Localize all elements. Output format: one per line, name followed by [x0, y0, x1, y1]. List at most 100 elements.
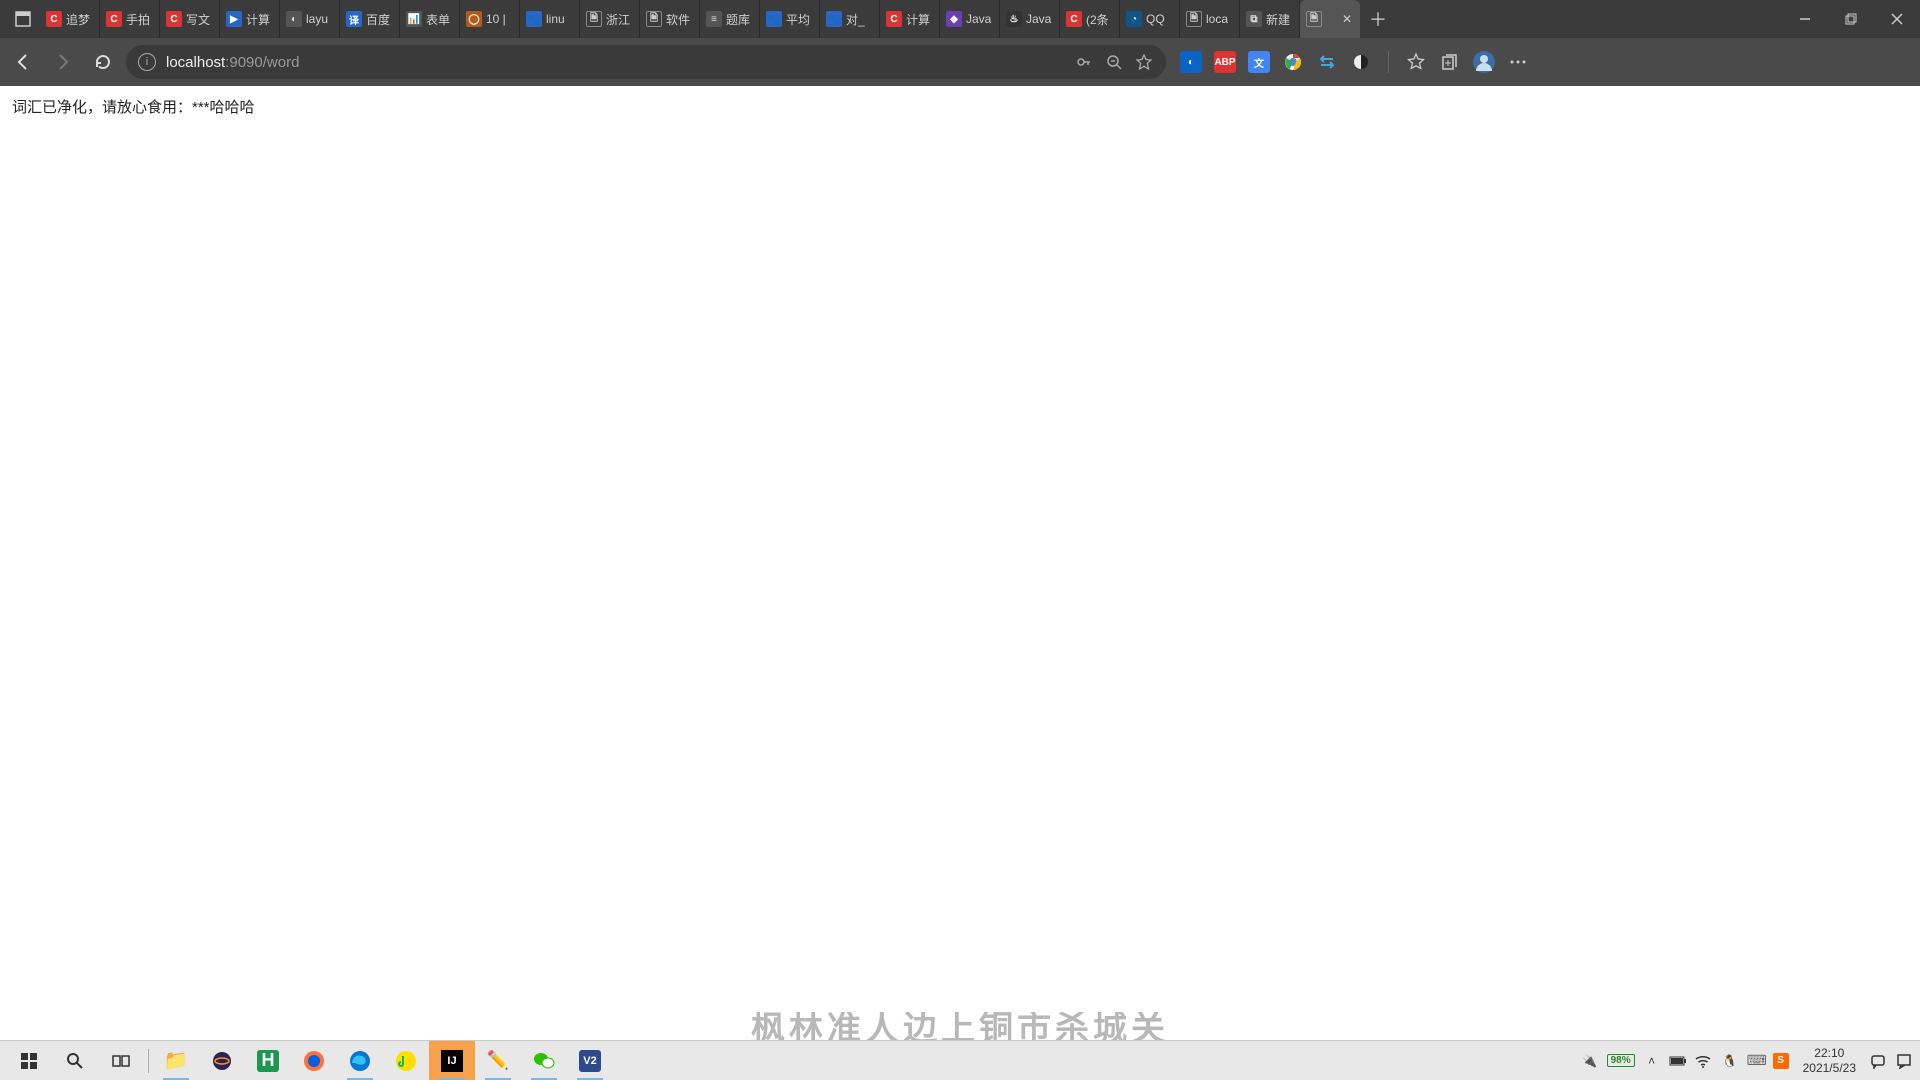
- taskbar-notepad[interactable]: ✏️: [475, 1041, 521, 1080]
- tab-4[interactable]: ◐layu: [280, 0, 340, 38]
- qqmusic-icon: [395, 1050, 417, 1072]
- reload-icon: [94, 53, 112, 71]
- tab-5[interactable]: 译百度: [340, 0, 400, 38]
- watermark-text: 枫林准人边上铜市杀城关: [751, 1012, 1169, 1040]
- eclipse-icon: [211, 1050, 233, 1072]
- tab-7[interactable]: ◯10 |: [460, 0, 520, 38]
- menu-button[interactable]: [1507, 51, 1529, 73]
- extension-chrome-icon[interactable]: [1282, 51, 1304, 73]
- tab-18[interactable]: ◔QQ: [1120, 0, 1180, 38]
- arrow-right-icon: [54, 53, 72, 71]
- tab-label: Java: [1026, 12, 1053, 26]
- vnc-icon: V2: [579, 1050, 601, 1072]
- taskbar-wechat[interactable]: [521, 1041, 567, 1080]
- edge-icon: [349, 1050, 371, 1072]
- tab-19[interactable]: 🗎loca: [1180, 0, 1240, 38]
- extension-tampermonkey-icon[interactable]: ◐: [1180, 51, 1202, 73]
- taskbar-explorer[interactable]: 📁: [153, 1041, 199, 1080]
- favicon-icon: ◆: [946, 11, 962, 27]
- tray-power-icon[interactable]: 🔌: [1581, 1054, 1599, 1068]
- tray-wifi-icon[interactable]: [1695, 1054, 1713, 1068]
- start-button[interactable]: [6, 1041, 52, 1080]
- extension-translate-icon[interactable]: 文: [1248, 51, 1270, 73]
- windows-taskbar: 📁 H IJ ✏️ V2 🔌 98% ˄ 🐧 ⌨ S 22:10 2021/5/…: [0, 1040, 1920, 1080]
- tray-qq-icon[interactable]: 🐧: [1721, 1054, 1739, 1068]
- tray-time: 22:10: [1803, 1046, 1856, 1060]
- collections-button[interactable]: [1439, 51, 1461, 73]
- extension-abp-icon[interactable]: ABP: [1214, 51, 1236, 73]
- tab-13[interactable]: 🐾对_: [820, 0, 880, 38]
- tab-label: 平均: [786, 11, 813, 28]
- close-icon: [1891, 13, 1903, 25]
- system-tray: 🔌 98% ˄ 🐧 ⌨ S 22:10 2021/5/23: [1581, 1046, 1914, 1075]
- zoom-icon[interactable]: [1104, 54, 1124, 70]
- favorites-button[interactable]: [1405, 51, 1427, 73]
- tab-label: 软件: [666, 11, 693, 28]
- tray-clock[interactable]: 22:10 2021/5/23: [1797, 1046, 1862, 1075]
- tab-label: linu: [546, 12, 573, 26]
- tab-11[interactable]: ≡题库: [700, 0, 760, 38]
- tab-close-button[interactable]: ✕: [1342, 12, 1354, 26]
- tray-battery[interactable]: 98%: [1607, 1054, 1635, 1067]
- taskbar-qqmusic[interactable]: [383, 1041, 429, 1080]
- tray-chevron-up-icon[interactable]: ˄: [1643, 1054, 1661, 1068]
- tab-2[interactable]: C写文: [160, 0, 220, 38]
- tab-1[interactable]: C手拍: [100, 0, 160, 38]
- tab-12[interactable]: 🐾平均: [760, 0, 820, 38]
- tab-label: Java: [966, 12, 993, 26]
- tray-ime-icon[interactable]: ⌨: [1747, 1052, 1765, 1069]
- favicon-icon: ▶: [226, 11, 242, 27]
- tab-14[interactable]: C计算: [880, 0, 940, 38]
- taskbar-divider: [148, 1049, 149, 1073]
- taskbar-firefox[interactable]: [291, 1041, 337, 1080]
- profile-avatar[interactable]: [1473, 51, 1495, 73]
- tray-notifications-icon[interactable]: [1896, 1053, 1914, 1069]
- tab-label: 题库: [726, 11, 753, 28]
- tasks-icon: [15, 11, 31, 27]
- search-button[interactable]: [52, 1041, 98, 1080]
- favorite-star-icon[interactable]: [1134, 54, 1154, 70]
- taskbar-eclipse[interactable]: [199, 1041, 245, 1080]
- tab-17[interactable]: C(2条: [1060, 0, 1120, 38]
- tab-20[interactable]: ⧉新建: [1240, 0, 1300, 38]
- tray-message-icon[interactable]: [1870, 1053, 1888, 1069]
- window-minimize-button[interactable]: [1782, 0, 1828, 38]
- tab-8[interactable]: 🐾linu: [520, 0, 580, 38]
- tab-tasks-button[interactable]: [6, 0, 40, 38]
- toolbar-right: ◐ ABP 文: [1172, 51, 1537, 73]
- tab-9[interactable]: 🗎浙江: [580, 0, 640, 38]
- pencil-icon: ✏️: [487, 1050, 509, 1071]
- tab-3[interactable]: ▶计算: [220, 0, 280, 38]
- new-tab-button[interactable]: ＋: [1360, 0, 1396, 38]
- tab-15[interactable]: ◆ Java: [940, 0, 1000, 38]
- tab-label: loca: [1206, 12, 1233, 26]
- tray-sogou-icon[interactable]: S: [1773, 1053, 1789, 1069]
- favicon-icon: ⧉: [1246, 11, 1262, 27]
- taskbar-hbuilder[interactable]: H: [245, 1041, 291, 1080]
- address-bar[interactable]: i localhost:9090/word: [126, 45, 1166, 79]
- forward-button[interactable]: [46, 45, 80, 79]
- tab-6[interactable]: 📊表单: [400, 0, 460, 38]
- extension-dark-icon[interactable]: [1350, 51, 1372, 73]
- tab-10[interactable]: 🗎软件: [640, 0, 700, 38]
- tab-active[interactable]: 🗎 ✕: [1300, 0, 1360, 38]
- favicon-icon: C: [1066, 11, 1082, 27]
- extension-sync-icon[interactable]: [1316, 51, 1338, 73]
- taskbar-intellij[interactable]: IJ: [429, 1041, 475, 1080]
- tab-0[interactable]: C追梦: [40, 0, 100, 38]
- taskbar-vnc[interactable]: V2: [567, 1041, 613, 1080]
- tab-label: 表单: [426, 11, 453, 28]
- back-button[interactable]: [6, 45, 40, 79]
- task-view-button[interactable]: [98, 1041, 144, 1080]
- reload-button[interactable]: [86, 45, 120, 79]
- password-key-icon[interactable]: [1074, 54, 1094, 70]
- search-icon: [66, 1052, 84, 1070]
- window-close-button[interactable]: [1874, 0, 1920, 38]
- favicon-icon: ♨: [1006, 11, 1022, 27]
- window-maximize-button[interactable]: [1828, 0, 1874, 38]
- tab-label: 10 |: [486, 12, 513, 26]
- tab-16[interactable]: ♨ Java: [1000, 0, 1060, 38]
- tray-battery-icon[interactable]: [1669, 1055, 1687, 1067]
- taskbar-edge[interactable]: [337, 1041, 383, 1080]
- site-info-icon[interactable]: i: [138, 53, 156, 71]
